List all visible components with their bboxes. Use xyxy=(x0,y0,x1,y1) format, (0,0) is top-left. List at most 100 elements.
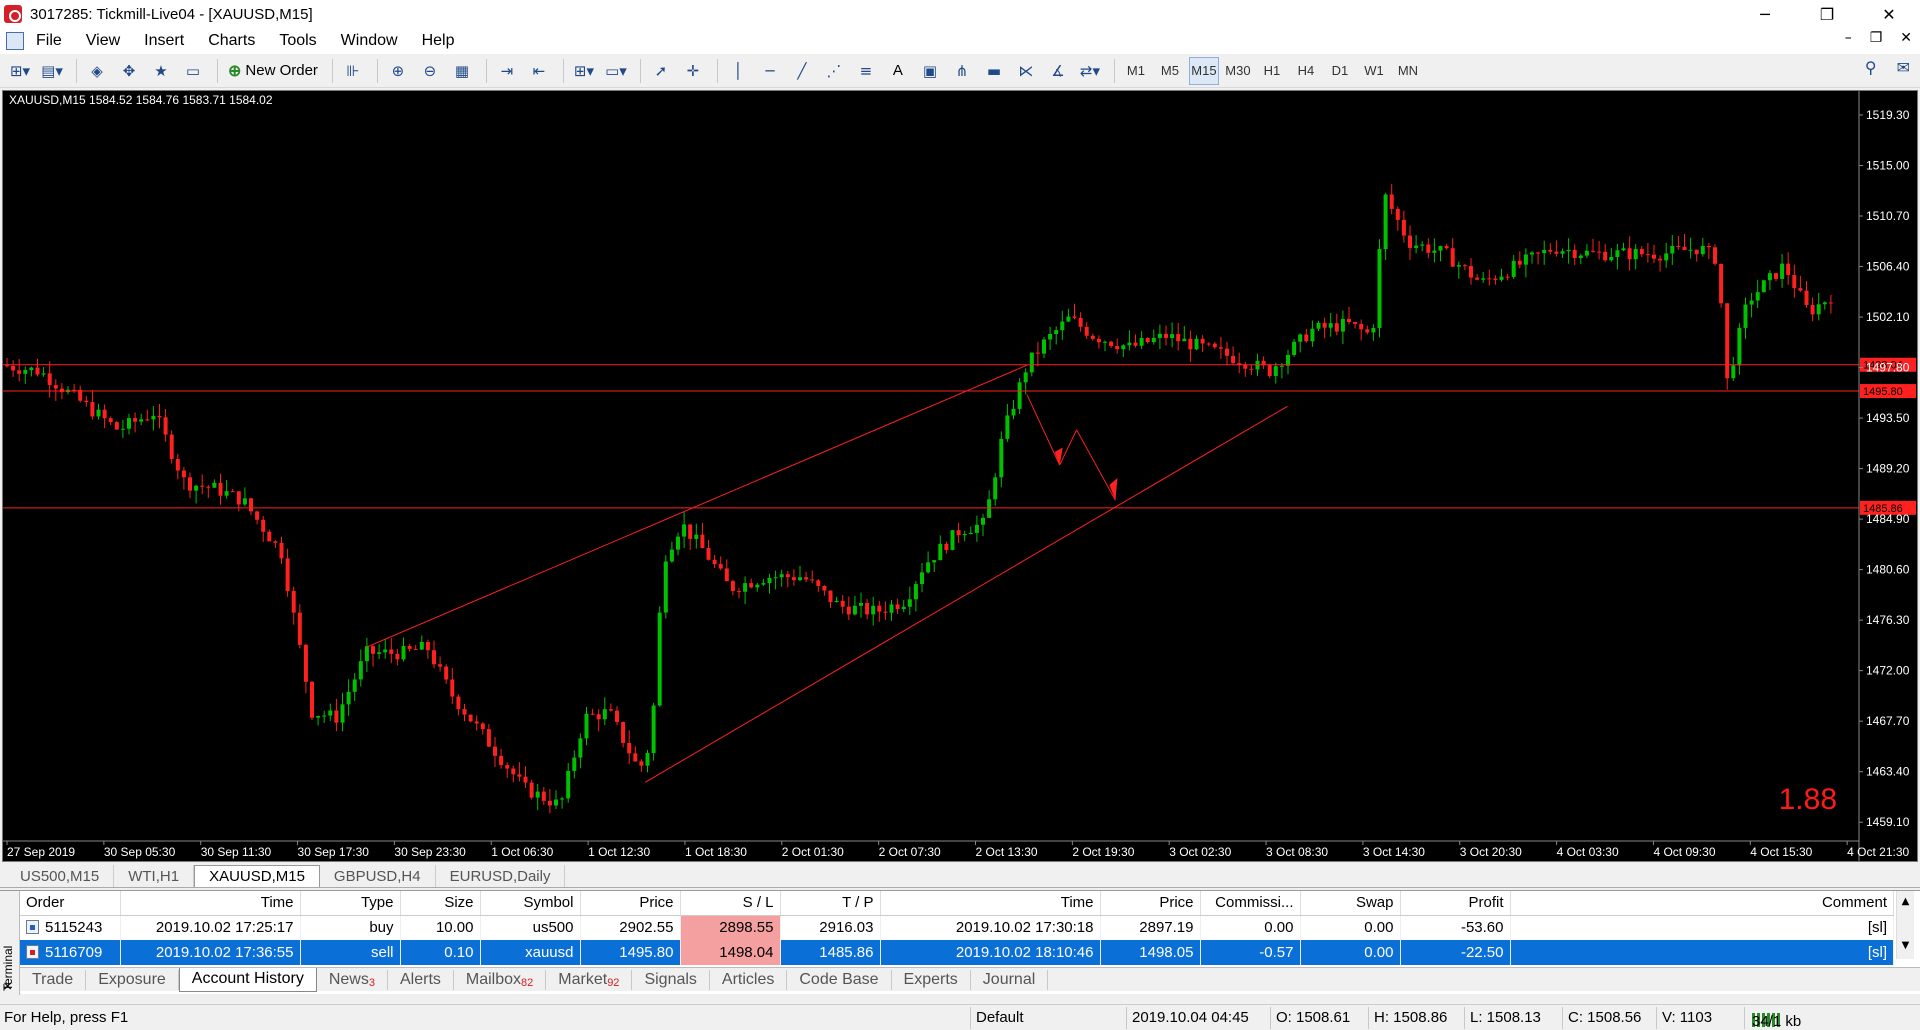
tab-news[interactable]: News3 xyxy=(317,969,388,990)
candle-body xyxy=(1786,263,1791,276)
col-price[interactable]: Price xyxy=(580,891,681,916)
fibo-fan-icon[interactable]: ⋔ xyxy=(948,57,976,85)
candle-body xyxy=(53,385,58,389)
profiles-icon[interactable]: ▤▾ xyxy=(38,57,66,85)
mdi-minimize-button[interactable]: – xyxy=(1845,30,1852,46)
timeframe-m15[interactable]: M15 xyxy=(1188,56,1219,85)
text-label-icon[interactable]: ▣ xyxy=(916,57,944,85)
col-commission[interactable]: Commissi... xyxy=(1200,891,1301,916)
chart-tab-wti[interactable]: WTI,H1 xyxy=(114,865,195,887)
channel-icon[interactable]: ⋰ xyxy=(820,57,848,85)
pitchfork-icon[interactable]: ⋉ xyxy=(1012,57,1040,85)
price-chart[interactable]: 1498.04 1495.80 1485.86 1519.30 1515.00 1510.… xyxy=(2,90,1918,862)
mdi-close-button[interactable]: ✕ xyxy=(1900,30,1912,46)
tab-articles[interactable]: Articles xyxy=(710,969,788,990)
market-watch-icon[interactable]: ◈ xyxy=(83,57,111,85)
tab-exposure[interactable]: Exposure xyxy=(86,969,179,990)
col-close-time[interactable]: Time xyxy=(880,891,1101,916)
arrows-icon[interactable]: ⇄▾ xyxy=(1076,57,1104,85)
menu-window[interactable]: Window xyxy=(329,32,410,50)
autoscroll-icon[interactable]: ⇤ xyxy=(525,57,553,85)
crosshair-icon[interactable]: ✛ xyxy=(679,57,707,85)
indicators-icon[interactable]: ⊞▾ xyxy=(570,57,598,85)
col-symbol[interactable]: Symbol xyxy=(480,891,581,916)
zoom-out-icon[interactable]: ⊖ xyxy=(416,57,444,85)
col-close-price[interactable]: Price xyxy=(1100,891,1201,916)
search-icon[interactable]: ⚲ xyxy=(1865,58,1877,77)
timeframe-mn[interactable]: MN xyxy=(1393,57,1423,85)
chart-tab-xauusd[interactable]: XAUUSD,M15 xyxy=(194,865,320,887)
status-high: H: 1508.86 xyxy=(1374,1009,1448,1026)
favorites-icon[interactable]: ★ xyxy=(147,57,175,85)
tab-signals[interactable]: Signals xyxy=(632,969,710,990)
terminal-scrollbar[interactable]: ▲ ▼ xyxy=(1896,891,1914,959)
vertical-line-icon[interactable]: │ xyxy=(724,57,752,85)
scroll-up-icon[interactable]: ▲ xyxy=(1897,891,1914,913)
col-swap[interactable]: Swap xyxy=(1300,891,1401,916)
rectangle-icon[interactable]: ▬ xyxy=(980,57,1008,85)
chart-tab-gbpusd[interactable]: GBPUSD,H4 xyxy=(320,865,436,887)
scroll-down-icon[interactable]: ▼ xyxy=(1897,935,1914,957)
chart-tab-eurusd[interactable]: EURUSD,Daily xyxy=(436,865,566,887)
cursor-icon[interactable]: ➚ xyxy=(647,57,675,85)
menu-help[interactable]: Help xyxy=(410,32,467,50)
tab-code-base[interactable]: Code Base xyxy=(787,969,892,990)
navigator-icon[interactable]: ✥ xyxy=(115,57,143,85)
templates-icon[interactable]: ▭▾ xyxy=(602,57,630,85)
col-profit[interactable]: Profit xyxy=(1400,891,1511,916)
col-size[interactable]: Size xyxy=(400,891,481,916)
new-chart-icon[interactable]: ⊞▾ xyxy=(6,57,34,85)
new-order-button[interactable]: ⊕ New Order xyxy=(224,57,322,85)
time-tick-label: 4 Oct 03:30 xyxy=(1557,845,1619,859)
autotrading-icon[interactable]: ⊪ xyxy=(339,57,367,85)
timeframe-m30[interactable]: M30 xyxy=(1223,57,1253,85)
tab-journal[interactable]: Journal xyxy=(971,969,1049,990)
timeframe-m5[interactable]: M5 xyxy=(1155,57,1185,85)
timeframe-m1[interactable]: M1 xyxy=(1121,57,1151,85)
minimize-button[interactable]: ─ xyxy=(1734,0,1796,28)
trendline-icon[interactable]: ╱ xyxy=(788,57,816,85)
horizontal-line-icon[interactable]: ─ xyxy=(756,57,784,85)
tab-account-history[interactable]: Account History xyxy=(178,967,317,992)
chart-shift-icon[interactable]: ⇥ xyxy=(493,57,521,85)
gann-icon[interactable]: ∡ xyxy=(1044,57,1072,85)
chart-tab-us500[interactable]: US500,M15 xyxy=(6,865,115,887)
table-row-selected[interactable]: 5116709 2019.10.02 17:36:55 sell 0.10 xa… xyxy=(20,940,1894,965)
col-type[interactable]: Type xyxy=(300,891,401,916)
tile-windows-icon[interactable]: ▦ xyxy=(448,57,476,85)
menu-insert[interactable]: Insert xyxy=(132,32,196,50)
restore-button[interactable]: ❐ xyxy=(1796,0,1858,28)
mdi-restore-button[interactable]: ❐ xyxy=(1870,30,1883,46)
terminal-toggle-icon[interactable]: ▭ xyxy=(179,57,207,85)
col-comment[interactable]: Comment xyxy=(1510,891,1894,916)
tab-experts[interactable]: Experts xyxy=(892,969,971,990)
zoom-in-icon[interactable]: ⊕ xyxy=(384,57,412,85)
tab-alerts[interactable]: Alerts xyxy=(388,969,454,990)
tab-mailbox[interactable]: Mailbox82 xyxy=(454,969,547,990)
candle-body xyxy=(1121,345,1126,350)
tab-market[interactable]: Market92 xyxy=(546,969,633,990)
menu-view[interactable]: View xyxy=(74,32,132,50)
timeframe-d1[interactable]: D1 xyxy=(1325,57,1355,85)
col-tp[interactable]: T / P xyxy=(780,891,881,916)
close-button[interactable]: ✕ xyxy=(1858,0,1920,28)
chart-window-icon[interactable] xyxy=(6,32,24,50)
col-open-time[interactable]: Time xyxy=(120,891,301,916)
timeframe-w1[interactable]: W1 xyxy=(1359,57,1389,85)
col-sl[interactable]: S / L xyxy=(680,891,781,916)
menu-charts[interactable]: Charts xyxy=(196,32,267,50)
sl-cell: 2898.55 xyxy=(680,915,781,940)
table-row[interactable]: 5115243 2019.10.02 17:25:17 buy 10.00 us… xyxy=(20,915,1894,940)
col-order[interactable]: Order xyxy=(20,891,121,916)
chat-icon[interactable]: ✉ xyxy=(1897,58,1910,77)
chart-canvas[interactable]: 1498.041495.801485.861519.301515.001510.… xyxy=(3,91,1917,861)
candle-body xyxy=(480,723,485,730)
text-tool-icon[interactable]: A xyxy=(884,57,912,85)
menu-tools[interactable]: Tools xyxy=(267,32,328,50)
timeframe-h1[interactable]: H1 xyxy=(1257,57,1287,85)
candle-body xyxy=(627,742,632,754)
timeframe-h4[interactable]: H4 xyxy=(1291,57,1321,85)
tab-trade[interactable]: Trade xyxy=(20,969,87,990)
fibonacci-icon[interactable]: ≡ xyxy=(852,57,880,85)
menu-file[interactable]: File xyxy=(24,32,74,50)
